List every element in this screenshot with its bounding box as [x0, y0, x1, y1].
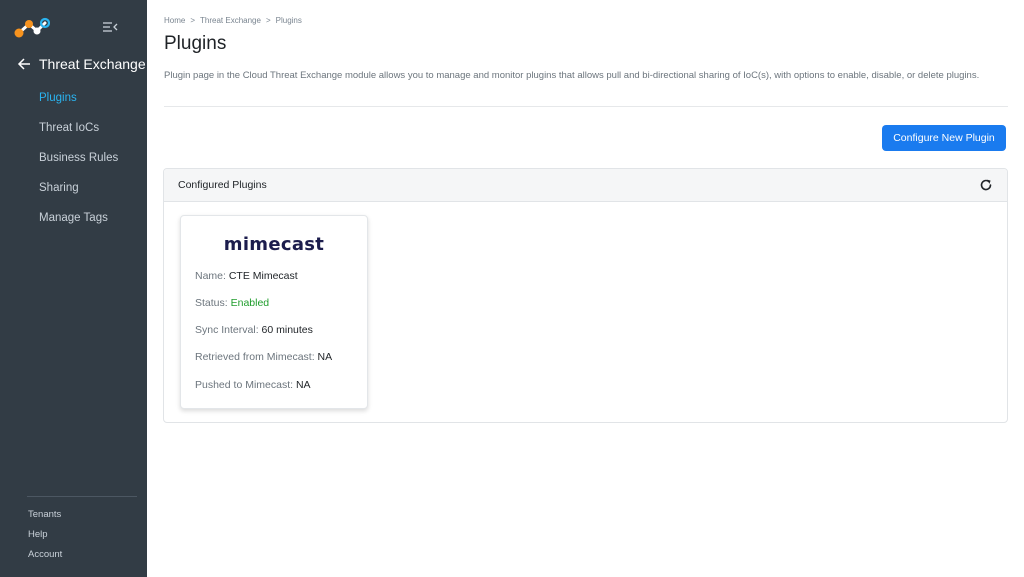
plugin-sync-interval: Sync Interval: 60 minutes: [195, 324, 313, 336]
sidebar-item-business-rules[interactable]: Business Rules: [39, 150, 118, 180]
panel-header: Configured Plugins: [164, 169, 1007, 202]
plugin-name-value: CTE Mimecast: [228, 270, 298, 282]
sidebar-item-plugins[interactable]: Plugins: [39, 90, 118, 120]
mimecast-logo: mimecast: [223, 234, 325, 255]
retrieved-value: NA: [317, 351, 333, 363]
sidebar-link-help[interactable]: Help: [28, 529, 62, 549]
page-title: Plugins: [164, 33, 227, 54]
sidebar-footer: Tenants Help Account: [28, 509, 62, 569]
sync-interval-label: Sync Interval:: [195, 324, 262, 336]
collapse-menu-icon[interactable]: [102, 20, 118, 34]
back-to-threat-exchange[interactable]: Threat Exchange: [17, 56, 146, 72]
plugin-status: Status: Enabled: [195, 297, 269, 309]
pushed-label: Pushed to Mimecast:: [195, 379, 296, 391]
sidebar-link-tenants[interactable]: Tenants: [28, 509, 62, 529]
plugin-name: Name: CTE Mimecast: [195, 270, 298, 282]
section-title: Threat Exchange: [39, 56, 146, 72]
configure-new-plugin-button[interactable]: Configure New Plugin: [882, 125, 1006, 151]
breadcrumb-home[interactable]: Home: [164, 16, 185, 25]
back-arrow-icon: [17, 58, 30, 70]
panel-title: Configured Plugins: [178, 179, 267, 191]
plugin-status-value: Enabled: [230, 297, 270, 309]
plugin-status-label: Status:: [195, 297, 231, 309]
refresh-icon[interactable]: [979, 178, 993, 192]
breadcrumb-current: Plugins: [275, 16, 302, 25]
sidebar-item-sharing[interactable]: Sharing: [39, 180, 118, 210]
breadcrumb: Home > Threat Exchange > Plugins: [164, 16, 302, 25]
pushed-value: NA: [295, 379, 311, 391]
retrieved-label: Retrieved from Mimecast:: [195, 351, 318, 363]
plugin-pushed: Pushed to Mimecast: NA: [195, 379, 311, 391]
breadcrumb-separator: >: [265, 16, 271, 25]
divider: [164, 106, 1008, 107]
configured-plugins-panel: Configured Plugins mimecast Name: CTE Mi…: [163, 168, 1008, 423]
page-description: Plugin page in the Cloud Threat Exchange…: [164, 70, 980, 81]
sidebar-item-threat-iocs[interactable]: Threat IoCs: [39, 120, 118, 150]
sidebar-divider: [27, 496, 137, 497]
sidebar-link-account[interactable]: Account: [28, 549, 62, 569]
breadcrumb-separator: >: [190, 16, 196, 25]
breadcrumb-threat-exchange[interactable]: Threat Exchange: [200, 16, 261, 25]
sidebar: Threat Exchange Plugins Threat IoCs Busi…: [0, 0, 147, 577]
netskope-logo[interactable]: [14, 17, 50, 39]
plugin-retrieved: Retrieved from Mimecast: NA: [195, 351, 332, 363]
sync-interval-value: 60 minutes: [261, 324, 313, 336]
plugin-card[interactable]: mimecast Name: CTE Mimecast Status: Enab…: [180, 215, 368, 409]
plugin-name-label: Name:: [195, 270, 229, 282]
sidebar-nav: Plugins Threat IoCs Business Rules Shari…: [39, 90, 118, 240]
sidebar-item-manage-tags[interactable]: Manage Tags: [39, 210, 118, 240]
